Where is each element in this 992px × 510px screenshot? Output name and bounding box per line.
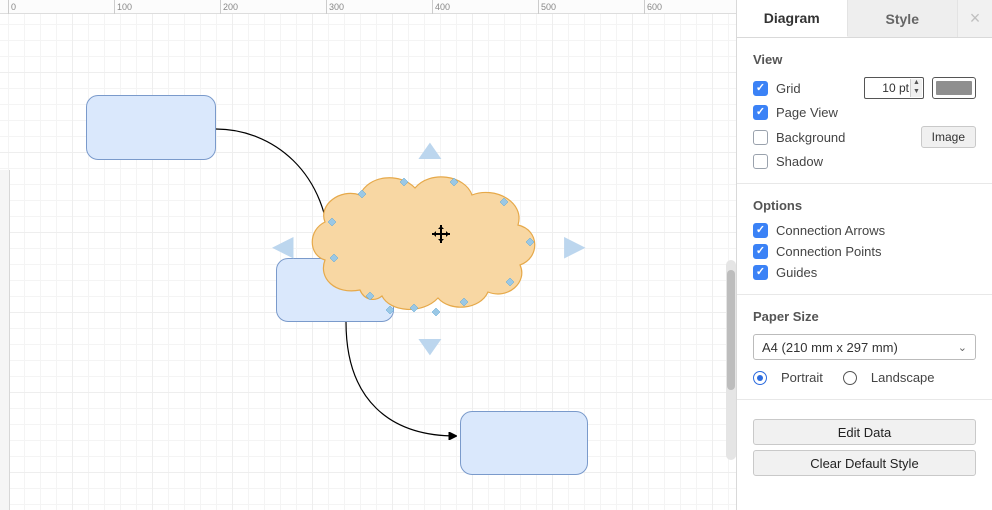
paper-size-select[interactable]: A4 (210 mm x 297 mm) ⌄	[753, 334, 976, 360]
label-page-view: Page View	[776, 105, 838, 120]
shape-rect-1[interactable]	[86, 95, 216, 160]
background-image-button[interactable]: Image	[921, 126, 976, 148]
panel-close-button[interactable]: ×	[958, 0, 992, 37]
checkbox-conn-arrows[interactable]	[753, 223, 768, 238]
clear-default-style-button[interactable]: Clear Default Style	[753, 450, 976, 476]
section-options: Options Connection Arrows Connection Poi…	[737, 184, 992, 295]
radio-portrait[interactable]	[753, 371, 767, 385]
checkbox-background[interactable]	[753, 130, 768, 145]
spin-down-icon[interactable]: ▼	[910, 88, 922, 97]
scrollbar-vertical[interactable]	[726, 260, 736, 460]
spin-up-icon[interactable]: ▲	[910, 79, 922, 88]
label-background: Background	[776, 130, 913, 145]
edit-data-button[interactable]: Edit Data	[753, 419, 976, 445]
section-title: View	[753, 52, 976, 67]
label-conn-arrows: Connection Arrows	[776, 223, 885, 238]
resize-arrow-e[interactable]: ▶	[564, 232, 586, 260]
label-landscape: Landscape	[871, 370, 935, 385]
section-actions: Edit Data Clear Default Style	[737, 400, 992, 489]
section-title: Paper Size	[753, 309, 976, 324]
shape-rect-3[interactable]	[460, 411, 588, 475]
tab-diagram[interactable]: Diagram	[737, 0, 848, 37]
format-panel: Diagram Style × View Grid 10 pt ▲▼ Page …	[736, 0, 992, 510]
paper-size-value: A4 (210 mm x 297 mm)	[762, 340, 898, 355]
grid-color-well[interactable]	[932, 77, 976, 99]
panel-tabs: Diagram Style ×	[737, 0, 992, 38]
section-title: Options	[753, 198, 976, 213]
grid-size-input[interactable]: 10 pt ▲▼	[864, 77, 924, 99]
tab-style[interactable]: Style	[848, 0, 959, 37]
grid-size-value: 10 pt	[882, 81, 909, 95]
label-shadow: Shadow	[776, 154, 823, 169]
checkbox-page-view[interactable]	[753, 105, 768, 120]
scrollbar-thumb[interactable]	[727, 270, 735, 390]
checkbox-grid[interactable]	[753, 81, 768, 96]
section-view: View Grid 10 pt ▲▼ Page View Background …	[737, 38, 992, 184]
checkbox-shadow[interactable]	[753, 154, 768, 169]
label-conn-points: Connection Points	[776, 244, 882, 259]
chevron-down-icon: ⌄	[958, 341, 967, 354]
label-guides: Guides	[776, 265, 817, 280]
diagram-canvas[interactable]: 0100200300400500600 ▲ ▼ ◀ ▶	[0, 0, 736, 510]
shape-cloud-selected[interactable]	[300, 160, 550, 320]
label-portrait: Portrait	[781, 370, 823, 385]
label-grid: Grid	[776, 81, 856, 96]
checkbox-conn-points[interactable]	[753, 244, 768, 259]
resize-arrow-s[interactable]: ▼	[410, 332, 449, 360]
radio-landscape[interactable]	[843, 371, 857, 385]
resize-arrow-w[interactable]: ◀	[272, 232, 294, 260]
section-paper-size: Paper Size A4 (210 mm x 297 mm) ⌄ Portra…	[737, 295, 992, 400]
checkbox-guides[interactable]	[753, 265, 768, 280]
